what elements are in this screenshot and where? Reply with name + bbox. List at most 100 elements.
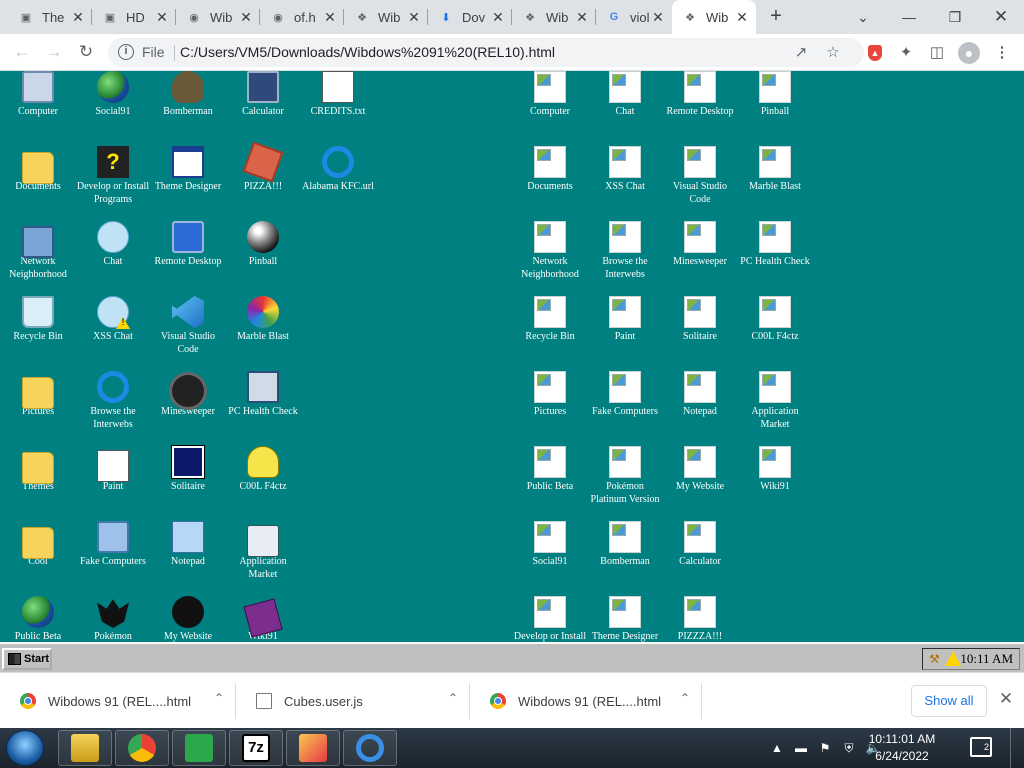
download-item[interactable]: Cubes.user.js ⌃ bbox=[236, 679, 470, 723]
new-tab-button[interactable]: + bbox=[764, 5, 788, 29]
desktop-icon[interactable]: Fake Computers bbox=[587, 371, 663, 418]
desktop-icon[interactable]: Computer bbox=[512, 71, 588, 118]
desktop-icon[interactable]: Pokémon Platinum bbox=[75, 596, 151, 642]
desktop-icon[interactable]: C00L F4ctz bbox=[225, 446, 301, 493]
desktop-icon[interactable]: Calculator bbox=[662, 521, 738, 568]
explorer-taskbar-button[interactable] bbox=[58, 730, 112, 766]
forward-button[interactable]: → bbox=[42, 40, 66, 64]
action-center-flag-icon[interactable]: ⚑ bbox=[817, 740, 833, 756]
desktop-icon[interactable]: Pinball bbox=[737, 71, 813, 118]
desktop-icon[interactable]: Marble Blast bbox=[737, 146, 813, 193]
desktop-icon[interactable]: Chat bbox=[75, 221, 151, 268]
network-icon[interactable]: ▬ bbox=[793, 740, 809, 756]
desktop-icon[interactable]: PIZZZA!!! bbox=[662, 596, 738, 642]
desktop-icon[interactable]: Paint bbox=[75, 446, 151, 493]
desktop-icon[interactable]: XSS Chat bbox=[75, 296, 151, 343]
close-tab-icon[interactable]: ✕ bbox=[406, 9, 422, 25]
minimize-window-button[interactable]: — bbox=[897, 5, 921, 29]
desktop-icon[interactable]: Visual Studio Code bbox=[662, 146, 738, 206]
desktop-icon[interactable]: Solitaire bbox=[150, 445, 226, 493]
desktop-icon[interactable]: Application Market bbox=[225, 521, 301, 581]
download-item[interactable]: Wibdows 91 (REL....html ⌃ bbox=[470, 679, 702, 723]
desktop-icon[interactable]: Social91 bbox=[512, 521, 588, 568]
browser-tab[interactable]: ❖ Wib ✕ bbox=[512, 0, 596, 34]
close-tab-icon[interactable]: ✕ bbox=[322, 9, 338, 25]
desktop-icon[interactable]: Pinball bbox=[225, 221, 301, 268]
show-hidden-icons-icon[interactable]: ▲ bbox=[769, 740, 785, 756]
desktop-icon[interactable]: Theme Designer bbox=[150, 146, 226, 193]
close-tab-icon[interactable]: ✕ bbox=[70, 9, 86, 25]
desktop-icon[interactable]: Network Neighborhood bbox=[0, 221, 76, 281]
shield-extension-icon[interactable]: ▲ bbox=[868, 45, 882, 61]
desktop-icon[interactable]: Theme Designer bbox=[587, 596, 663, 642]
browser-tab[interactable]: ◉ of.h ✕ bbox=[260, 0, 344, 34]
ie-taskbar-button[interactable] bbox=[343, 730, 397, 766]
desktop-icon[interactable]: PC Health Check bbox=[225, 371, 301, 418]
share-icon[interactable]: ↗ bbox=[792, 44, 810, 62]
desktop-icon[interactable]: Network Neighborhood bbox=[512, 221, 588, 281]
url-text[interactable]: C:/Users/VM5/Downloads/Wibdows%2091%20(R… bbox=[180, 44, 555, 60]
close-window-button[interactable]: ✕ bbox=[989, 5, 1013, 29]
desktop-icon[interactable]: Themes bbox=[0, 446, 76, 493]
desktop-icon[interactable]: Remote Desktop bbox=[662, 71, 738, 118]
browser-tab[interactable]: ❖ Wib ✕ bbox=[344, 0, 428, 34]
windows-start-orb[interactable] bbox=[6, 730, 44, 766]
close-tab-icon[interactable]: ✕ bbox=[650, 9, 666, 25]
desktop-icon[interactable]: Minesweeper bbox=[150, 371, 226, 418]
bookmark-star-icon[interactable]: ☆ bbox=[824, 44, 842, 62]
browser-tab[interactable]: ▣ The ✕ bbox=[8, 0, 92, 34]
media-app-taskbar-button[interactable] bbox=[286, 730, 340, 766]
tab-search-icon[interactable]: ⌄ bbox=[851, 5, 875, 29]
back-button[interactable]: ← bbox=[10, 40, 34, 64]
desktop-icon[interactable]: Pictures bbox=[0, 371, 76, 418]
desktop-icon[interactable]: PIZZA!!! bbox=[225, 141, 301, 193]
restore-window-button[interactable]: ❐ bbox=[943, 5, 967, 29]
desktop-icon[interactable]: Wiki91 bbox=[737, 446, 813, 493]
close-tab-icon[interactable]: ✕ bbox=[154, 9, 170, 25]
warning-icon[interactable] bbox=[945, 651, 961, 666]
desktop-icon[interactable]: Remote Desktop bbox=[150, 221, 226, 268]
address-bar[interactable]: i File C:/Users/VM5/Downloads/Wibdows%20… bbox=[108, 38, 864, 67]
side-panel-icon[interactable]: ◫ bbox=[926, 42, 948, 64]
desktop-icon[interactable]: Calculator bbox=[225, 71, 301, 118]
system-clock[interactable]: 10:11:01 AM 6/24/2022 bbox=[862, 731, 942, 765]
desktop-icon[interactable]: Fake Computers bbox=[75, 521, 151, 568]
desktop-icon[interactable]: Paint bbox=[587, 296, 663, 343]
desktop-icon[interactable]: Recycle Bin bbox=[0, 296, 76, 343]
7zip-taskbar-button[interactable]: 7z bbox=[229, 730, 283, 766]
desktop-icon[interactable]: Bomberman bbox=[150, 71, 226, 118]
start-button[interactable]: Start bbox=[2, 648, 52, 670]
show-desktop-button[interactable] bbox=[1010, 728, 1024, 768]
desktop-icon[interactable]: CREDITS.txt bbox=[300, 71, 376, 118]
close-tab-icon[interactable]: ✕ bbox=[490, 9, 506, 25]
desktop-icon[interactable]: Marble Blast bbox=[225, 296, 301, 343]
desktop-icon[interactable]: Bomberman bbox=[587, 521, 663, 568]
extensions-puzzle-icon[interactable]: ✦ bbox=[895, 42, 917, 64]
desktop-icon[interactable]: Pictures bbox=[512, 371, 588, 418]
desktop-icon[interactable]: Documents bbox=[512, 146, 588, 193]
show-all-downloads-button[interactable]: Show all bbox=[911, 685, 987, 717]
desktop-icon[interactable]: Social91 bbox=[75, 71, 151, 118]
desktop-icon[interactable]: Notepad bbox=[662, 371, 738, 418]
desktop-icon[interactable]: Wiki91 bbox=[225, 596, 301, 642]
desktop-icon[interactable]: Pokémon Platinum Version bbox=[587, 446, 663, 506]
desktop-icon[interactable]: ? Develop or Install Programs bbox=[75, 146, 151, 206]
desktop-icon[interactable]: Notepad bbox=[150, 521, 226, 568]
desktop-icon[interactable]: C00L F4ctz bbox=[737, 296, 813, 343]
desktop-icon[interactable]: Cool bbox=[0, 521, 76, 568]
desktop-icon[interactable]: Public Beta bbox=[0, 596, 76, 642]
desktop-icon[interactable]: Computer bbox=[0, 71, 76, 118]
browser-tab[interactable]: ⬇ Dov ✕ bbox=[428, 0, 512, 34]
chevron-up-icon[interactable]: ⌃ bbox=[680, 691, 690, 705]
desktop-icon[interactable]: Documents bbox=[0, 146, 76, 193]
desktop-icon[interactable]: Visual Studio Code bbox=[150, 296, 226, 356]
desktop-icon[interactable]: My Website bbox=[662, 446, 738, 493]
desktop-icon[interactable]: Recycle Bin bbox=[512, 296, 588, 343]
browser-tab[interactable]: Gviol ✕ bbox=[596, 0, 672, 34]
desktop-icon[interactable]: XSS Chat bbox=[587, 146, 663, 193]
info-icon[interactable]: i bbox=[118, 44, 134, 60]
notifications-icon[interactable]: 2 bbox=[970, 737, 992, 757]
browser-tab[interactable]: ◉ Wib ✕ bbox=[176, 0, 260, 34]
checkmark-app-taskbar-button[interactable] bbox=[172, 730, 226, 766]
desktop-icon[interactable]: Develop or Install bbox=[512, 596, 588, 642]
